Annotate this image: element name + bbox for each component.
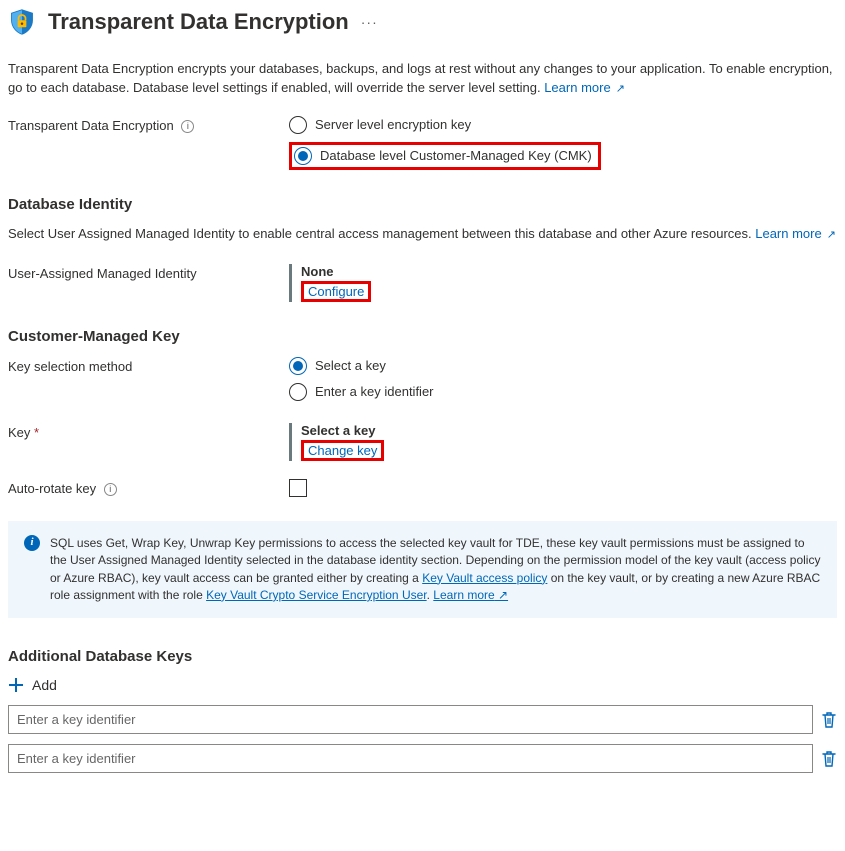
radio-server-level[interactable]: Server level encryption key: [289, 116, 837, 134]
radio-label: Enter a key identifier: [315, 384, 434, 399]
auto-rotate-label: Auto-rotate key i: [8, 479, 289, 496]
radio-label: Server level encryption key: [315, 117, 471, 132]
info-callout: i SQL uses Get, Wrap Key, Unwrap Key per…: [8, 521, 837, 619]
change-key-link[interactable]: Change key: [308, 443, 377, 458]
auto-rotate-checkbox[interactable]: [289, 479, 307, 497]
radio-label: Select a key: [315, 358, 386, 373]
page-header: Transparent Data Encryption ···: [8, 8, 837, 36]
radio-icon: [289, 383, 307, 401]
info-icon[interactable]: i: [181, 120, 194, 133]
add-key-button[interactable]: Add: [8, 677, 837, 693]
section-database-identity: Database Identity: [8, 196, 837, 213]
key-identifier-row: [8, 705, 837, 734]
key-label: Key: [8, 423, 289, 440]
radio-icon: [289, 357, 307, 375]
section-additional-keys: Additional Database Keys: [8, 648, 837, 665]
info-icon[interactable]: i: [104, 483, 117, 496]
radio-icon: [294, 147, 312, 165]
info-icon: i: [24, 535, 40, 551]
key-identifier-input[interactable]: [8, 705, 813, 734]
kv-crypto-role-link[interactable]: Key Vault Crypto Service Encryption User: [206, 588, 427, 602]
plus-icon: [8, 677, 24, 693]
radio-select-key[interactable]: Select a key: [289, 357, 837, 375]
more-actions-icon[interactable]: ···: [361, 14, 378, 30]
db-identity-learn-more-link[interactable]: Learn more ↗: [755, 226, 836, 241]
section-cmk: Customer-Managed Key: [8, 328, 837, 345]
tde-label: Transparent Data Encryption i: [8, 116, 289, 133]
key-value: Select a key: [301, 423, 837, 438]
key-identifier-input[interactable]: [8, 744, 813, 773]
key-identifier-row: [8, 744, 837, 773]
radio-label: Database level Customer-Managed Key (CMK…: [320, 148, 592, 163]
configure-identity-link[interactable]: Configure: [308, 284, 364, 299]
page-title: Transparent Data Encryption: [48, 9, 349, 35]
infobox-learn-more-link[interactable]: Learn more ↗: [433, 588, 508, 602]
kv-access-policy-link[interactable]: Key Vault access policy: [422, 571, 547, 585]
radio-database-cmk[interactable]: Database level Customer-Managed Key (CMK…: [294, 147, 592, 165]
shield-lock-icon: [8, 8, 36, 36]
radio-icon: [289, 116, 307, 134]
db-identity-desc: Select User Assigned Managed Identity to…: [8, 225, 837, 244]
uami-value: None: [301, 264, 837, 279]
intro-learn-more-link[interactable]: Learn more ↗: [544, 80, 625, 95]
intro-text: Transparent Data Encryption encrypts you…: [8, 60, 837, 98]
delete-icon[interactable]: [821, 711, 837, 729]
radio-enter-identifier[interactable]: Enter a key identifier: [289, 383, 837, 401]
key-selection-method-label: Key selection method: [8, 357, 289, 374]
uami-label: User-Assigned Managed Identity: [8, 264, 289, 281]
delete-icon[interactable]: [821, 750, 837, 768]
